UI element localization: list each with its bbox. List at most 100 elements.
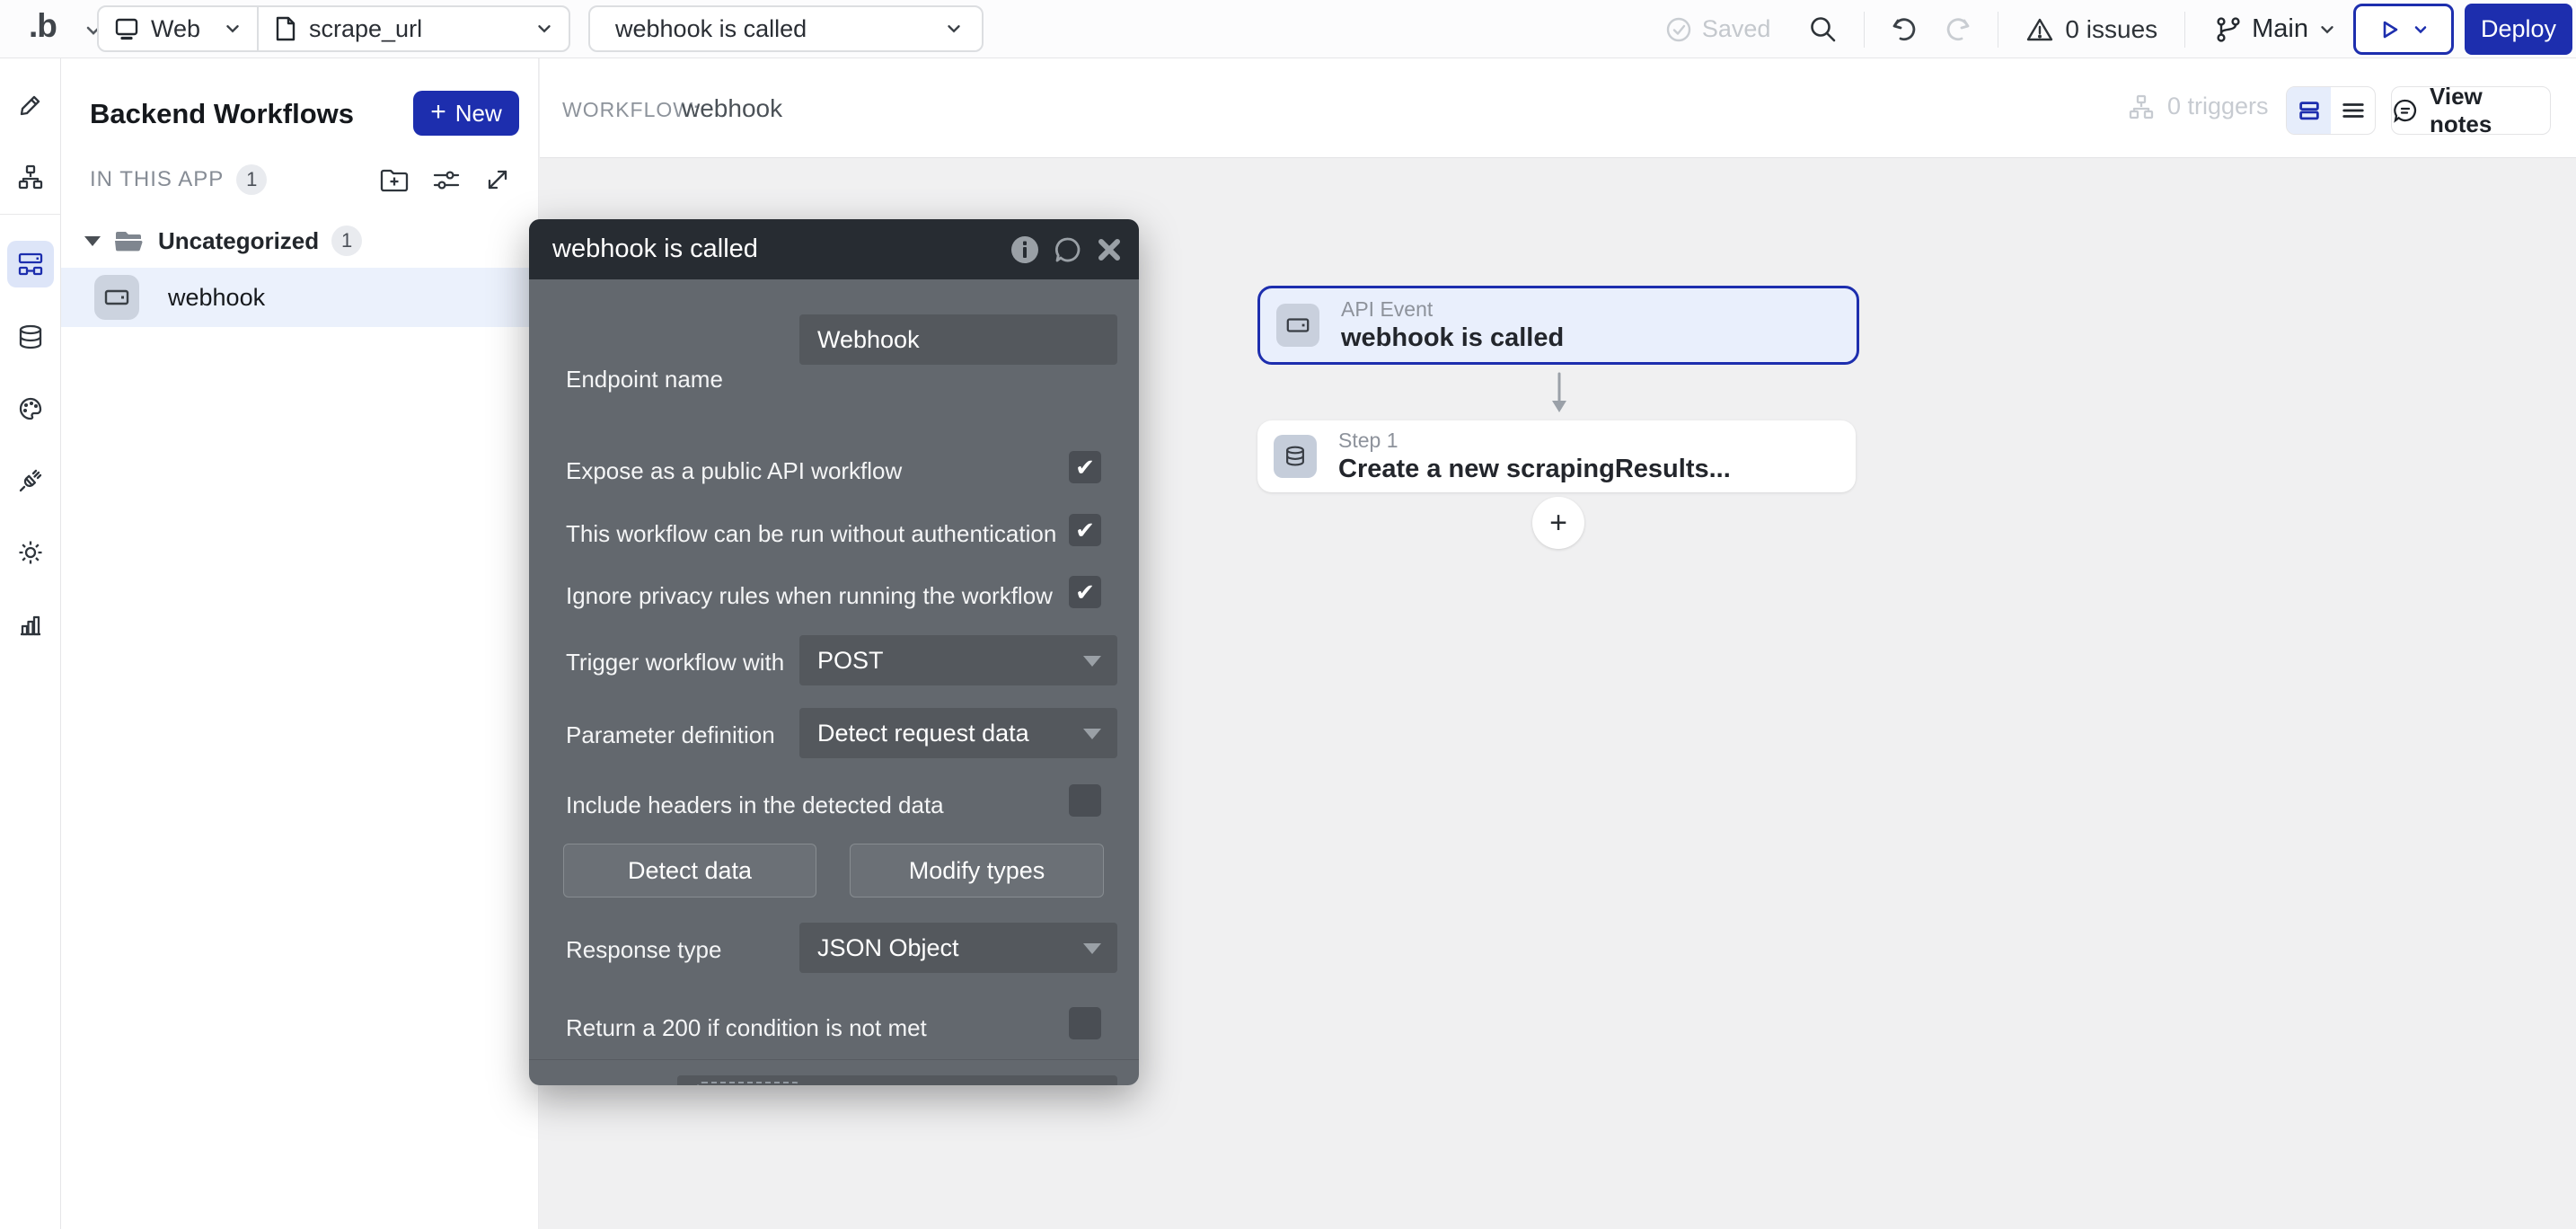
preview-chevron-down-icon — [2412, 21, 2430, 39]
close-icon[interactable] — [1096, 236, 1123, 263]
caret-down-icon — [84, 236, 101, 246]
filter-sliders-icon[interactable] — [431, 165, 462, 194]
expand-arrows-icon[interactable] — [483, 165, 512, 194]
response-type-label: Response type — [566, 936, 721, 964]
workflow-node-step1[interactable]: Step 1 Create a new scrapingResults... — [1257, 420, 1856, 492]
new-workflow-button[interactable]: + New — [413, 91, 519, 136]
ignore-privacy-label: Ignore privacy rules when running the wo… — [566, 582, 1053, 610]
select-triangle-icon — [1083, 729, 1101, 739]
play-icon — [2378, 18, 2401, 41]
monitor-icon — [113, 15, 140, 42]
api-event-icon — [1276, 304, 1319, 347]
panel-title: Backend Workflows — [90, 98, 354, 130]
only-when-input[interactable]: Click — [677, 1075, 1117, 1085]
git-branch-icon — [2214, 15, 2243, 44]
search-icon[interactable] — [1808, 14, 1839, 45]
page-select[interactable]: scrape_url — [259, 7, 569, 50]
event-select-value: webhook is called — [615, 15, 807, 43]
expose-api-label: Expose as a public API workflow — [566, 457, 902, 485]
sitemap-icon[interactable] — [17, 164, 44, 190]
design-pencil-icon[interactable] — [17, 92, 44, 119]
folder-icon — [113, 227, 144, 254]
toolbar-divider — [1864, 12, 1865, 48]
branch-chevron-down-icon — [2317, 20, 2337, 40]
page-select-value: scrape_url — [309, 15, 422, 43]
settings-gear-icon[interactable] — [17, 539, 44, 566]
branch-label: Main — [2252, 14, 2308, 44]
folder-row-uncategorized[interactable]: Uncategorized 1 — [61, 216, 539, 266]
notes-comment-icon — [2392, 97, 2419, 124]
view-notes-button[interactable]: View notes — [2391, 86, 2551, 135]
workflow-header: WORKFLOW: webhook 0 triggers View notes — [540, 58, 2576, 158]
info-icon[interactable] — [1010, 234, 1040, 265]
deploy-button[interactable]: Deploy — [2465, 4, 2572, 55]
rail-divider — [0, 214, 60, 215]
logs-chart-icon[interactable] — [17, 611, 44, 638]
database-icon — [1274, 435, 1317, 478]
backend-workflows-tab-selected[interactable] — [7, 241, 54, 287]
triggers-sitemap-icon — [2128, 93, 2155, 120]
save-status-label: Saved — [1702, 15, 1771, 43]
workflow-event-select[interactable]: webhook is called — [588, 5, 984, 52]
plugin-plug-icon[interactable] — [17, 467, 44, 494]
dialog-header[interactable]: webhook is called — [529, 219, 1139, 279]
trigger-method-value: POST — [817, 647, 884, 675]
dialog-divider — [529, 1059, 1139, 1060]
new-folder-icon[interactable] — [379, 165, 410, 194]
device-chevron-down-icon — [223, 19, 243, 39]
top-toolbar: .b Web scrape_url webhook is called — [0, 0, 2576, 58]
list-view-toggle[interactable] — [2331, 87, 2375, 134]
api-event-icon — [94, 275, 139, 320]
modify-types-button[interactable]: Modify types — [850, 844, 1104, 897]
view-notes-label: View notes — [2430, 83, 2550, 138]
branch-selector[interactable]: Main — [2214, 14, 2337, 44]
return-200-checkbox[interactable] — [1069, 1007, 1101, 1039]
device-select[interactable]: Web — [99, 7, 259, 50]
trigger-with-label: Trigger workflow with — [566, 649, 784, 676]
folder-name: Uncategorized — [158, 227, 319, 255]
bubble-logo[interactable]: .b — [29, 7, 57, 45]
workflow-label: WORKFLOW: — [562, 98, 700, 122]
workflow-list-item-webhook[interactable]: webhook — [61, 268, 539, 327]
response-type-value: JSON Object — [817, 934, 959, 962]
workflow-node-api-event[interactable]: API Event webhook is called — [1257, 286, 1859, 365]
endpoint-name-input[interactable] — [799, 314, 1117, 365]
node-title: webhook is called — [1341, 323, 1564, 353]
ignore-privacy-checkbox[interactable]: ✔ — [1069, 576, 1101, 608]
return-200-label: Return a 200 if condition is not met — [566, 1014, 927, 1042]
undo-icon[interactable] — [1890, 15, 1919, 44]
endpoint-name-label: Endpoint name — [566, 366, 723, 393]
node-kind-label: API Event — [1341, 297, 1564, 322]
detect-data-button[interactable]: Detect data — [563, 844, 816, 897]
issues-indicator[interactable]: 0 issues — [2025, 15, 2157, 44]
response-type-select[interactable]: JSON Object — [799, 923, 1117, 973]
include-headers-checkbox[interactable] — [1069, 784, 1101, 817]
redo-icon[interactable] — [1944, 15, 1972, 44]
workflow-name: webhook — [682, 94, 782, 123]
card-view-toggle-selected[interactable] — [2287, 87, 2331, 134]
database-icon[interactable] — [17, 323, 44, 350]
flow-arrow-down-icon — [1546, 372, 1573, 415]
comment-icon[interactable] — [1053, 234, 1083, 265]
checkmark-icon: ✔ — [1075, 579, 1095, 606]
plus-icon: + — [430, 97, 446, 128]
no-auth-label: This workflow can be run without authent… — [566, 520, 1056, 548]
trigger-method-select[interactable]: POST — [799, 635, 1117, 685]
no-auth-checkbox[interactable]: ✔ — [1069, 514, 1101, 546]
folder-count-badge: 1 — [331, 225, 362, 256]
issues-label: 0 issues — [2065, 15, 2157, 44]
parameter-definition-value: Detect request data — [817, 720, 1029, 747]
select-triangle-icon — [1083, 943, 1101, 954]
workflow-item-label: webhook — [168, 284, 265, 312]
expose-api-checkbox[interactable]: ✔ — [1069, 451, 1101, 483]
event-chevron-down-icon — [944, 19, 964, 39]
preview-run-button[interactable] — [2353, 4, 2454, 55]
node-title: Create a new scrapingResults... — [1338, 455, 1731, 484]
parameter-definition-select[interactable]: Detect request data — [799, 708, 1117, 758]
add-step-button[interactable]: + — [1532, 497, 1584, 549]
device-page-select: Web scrape_url — [97, 5, 570, 52]
view-mode-toggle — [2286, 86, 2376, 135]
new-button-label: New — [455, 100, 502, 128]
palette-icon[interactable] — [17, 395, 44, 422]
checkmark-icon: ✔ — [1075, 454, 1095, 482]
